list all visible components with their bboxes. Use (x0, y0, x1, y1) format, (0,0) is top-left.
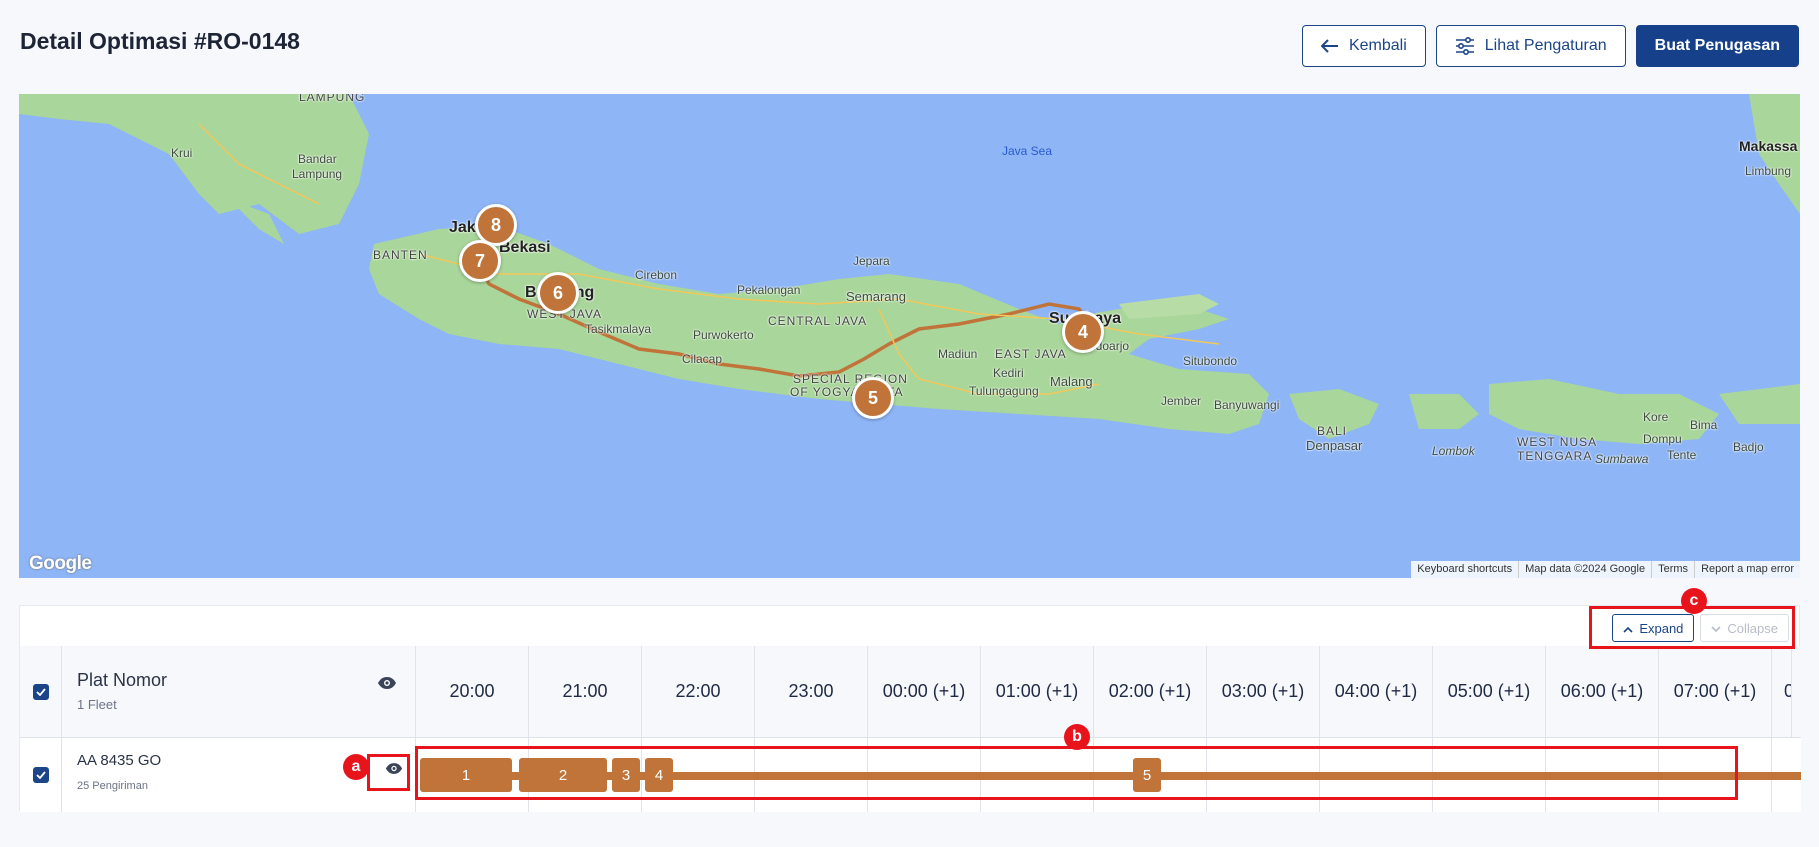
time-column-header: 07:00 (+1) (1659, 646, 1772, 737)
terms-link[interactable]: Terms (1651, 561, 1694, 578)
time-column-header: 23:00 (755, 646, 868, 737)
header-actions: Kembali Lihat Pengaturan Buat Penugasan (1301, 25, 1799, 67)
annotation-box-a (367, 754, 410, 791)
map-label-denpasar: Denpasar (1306, 438, 1363, 453)
time-column-header: 00:00 (+1) (868, 646, 981, 737)
map-label-lampung: LAMPUNG (299, 94, 366, 104)
map-label-special-region: SPECIAL REGION (793, 372, 908, 386)
vehicle-plate: AA 8435 GO (77, 752, 162, 769)
map-label-limbung: Limbung (1745, 164, 1792, 178)
arrow-left-icon (1320, 39, 1339, 53)
view-settings-label: Lihat Pengaturan (1484, 37, 1607, 54)
map-label-cirebon: Cirebon (635, 268, 678, 282)
map-label-pekalongan: Pekalongan (737, 283, 801, 297)
back-button[interactable]: Kembali (1301, 25, 1426, 67)
time-columns: 20:00 21:00 22:00 23:00 00:00 (+1) 01:00… (416, 646, 1792, 737)
create-assignment-button[interactable]: Buat Penugasan (1635, 25, 1799, 67)
map-label-badjo: Badjo (1733, 440, 1764, 454)
annotation-badge-c: c (1681, 588, 1707, 614)
map-label-tenggara: TENGGARA (1517, 449, 1593, 463)
map-marker-5[interactable]: 5 (852, 377, 894, 419)
map-label-cilacap: Cilacap (682, 352, 723, 366)
plate-header-cell: Plat Nomor 1 Fleet (62, 646, 416, 737)
map-label-banyuwangi: Banyuwangi (1214, 398, 1280, 412)
back-button-label: Kembali (1348, 37, 1407, 54)
map-label-west-nusa: WEST NUSA (1517, 435, 1598, 449)
route-map[interactable]: LAMPUNG Krui Bandar Lampung Java Sea Mak… (19, 94, 1800, 578)
fleet-count: 1 Fleet (77, 697, 117, 712)
map-label-java-sea: Java Sea (1002, 144, 1053, 158)
annotation-badge-b: b (1064, 724, 1090, 750)
time-column-header: 05:00 (+1) (1433, 646, 1546, 737)
time-column-header: 04:00 (+1) (1320, 646, 1433, 737)
map-label-bima: Bima (1690, 418, 1718, 432)
timeline-header-row: Plat Nomor 1 Fleet 20:00 21:00 22:00 23:… (20, 646, 1801, 738)
map-data-text: Map data ©2024 Google (1518, 561, 1651, 578)
select-all-checkbox[interactable] (32, 683, 49, 700)
view-settings-button[interactable]: Lihat Pengaturan (1435, 25, 1626, 67)
map-label-sumbawa: Sumbawa (1595, 452, 1649, 466)
map-label-madiun: Madiun (938, 347, 978, 361)
map-label-bali: BALI (1317, 424, 1348, 438)
map-label-kore: Kore (1643, 410, 1669, 424)
map-label-tasikmalaya: Tasikmalaya (585, 322, 652, 336)
map-label-krui: Krui (171, 146, 193, 160)
map-label-semarang: Semarang (846, 289, 906, 304)
row-checkbox[interactable] (32, 767, 49, 783)
page: Detail Optimasi #RO-0148 Kembali Lihat P… (0, 0, 1819, 847)
time-column-header: 0 (1772, 646, 1792, 737)
page-title: Detail Optimasi #RO-0148 (20, 28, 300, 54)
annotation-badge-a: a (343, 754, 369, 780)
sliders-icon (1455, 37, 1475, 55)
map-label-lampung-city: Lampung (292, 167, 343, 181)
eye-icon[interactable] (376, 672, 398, 694)
map-label-kediri: Kediri (993, 366, 1024, 380)
map-background (19, 94, 1800, 444)
annotation-box-b (415, 746, 1738, 800)
map-label-tente: Tente (1667, 448, 1697, 462)
time-column-header: 21:00 (529, 646, 642, 737)
map-label-malang: Malang (1050, 374, 1093, 389)
keyboard-shortcuts-link[interactable]: Keyboard shortcuts (1411, 561, 1518, 578)
time-column-header: 20:00 (416, 646, 529, 737)
time-column-header: 02:00 (+1) (1094, 646, 1207, 737)
map-label-jepara: Jepara (853, 254, 890, 268)
header: Detail Optimasi #RO-0148 Kembali Lihat P… (20, 22, 1799, 72)
map-label-banten: BANTEN (373, 248, 428, 262)
select-all-cell (20, 646, 62, 737)
google-logo: Google (29, 553, 92, 574)
map-label-tulungagung: Tulungagung (969, 384, 1039, 398)
map-footer: Keyboard shortcuts Map data ©2024 Google… (1411, 561, 1800, 578)
report-error-link[interactable]: Report a map error (1694, 561, 1800, 578)
map-label-central-java: CENTRAL JAVA (768, 314, 868, 328)
create-assignment-label: Buat Penugasan (1654, 37, 1780, 54)
row-checkbox-cell (20, 738, 62, 812)
map-label-east-java: EAST JAVA (995, 347, 1067, 361)
plate-header-title: Plat Nomor (77, 670, 168, 690)
map-label-dompu: Dompu (1643, 432, 1682, 446)
map-label-purwokerto: Purwokerto (693, 328, 754, 342)
map-label-situbondo: Situbondo (1183, 354, 1238, 368)
time-column-header: 22:00 (642, 646, 755, 737)
time-column-header: 03:00 (+1) (1207, 646, 1320, 737)
delivery-count: 25 Pengiriman (77, 780, 148, 792)
map-marker-7[interactable]: 7 (459, 240, 501, 282)
map-label-lombok: Lombok (1432, 444, 1475, 458)
time-column-header: 06:00 (+1) (1546, 646, 1659, 737)
map-label-jember: Jember (1161, 394, 1202, 408)
map-label-makassar: Makassa (1739, 138, 1798, 154)
map-marker-4[interactable]: 4 (1062, 311, 1104, 353)
map-label-bandar: Bandar (298, 152, 337, 166)
map-marker-6[interactable]: 6 (537, 272, 579, 314)
